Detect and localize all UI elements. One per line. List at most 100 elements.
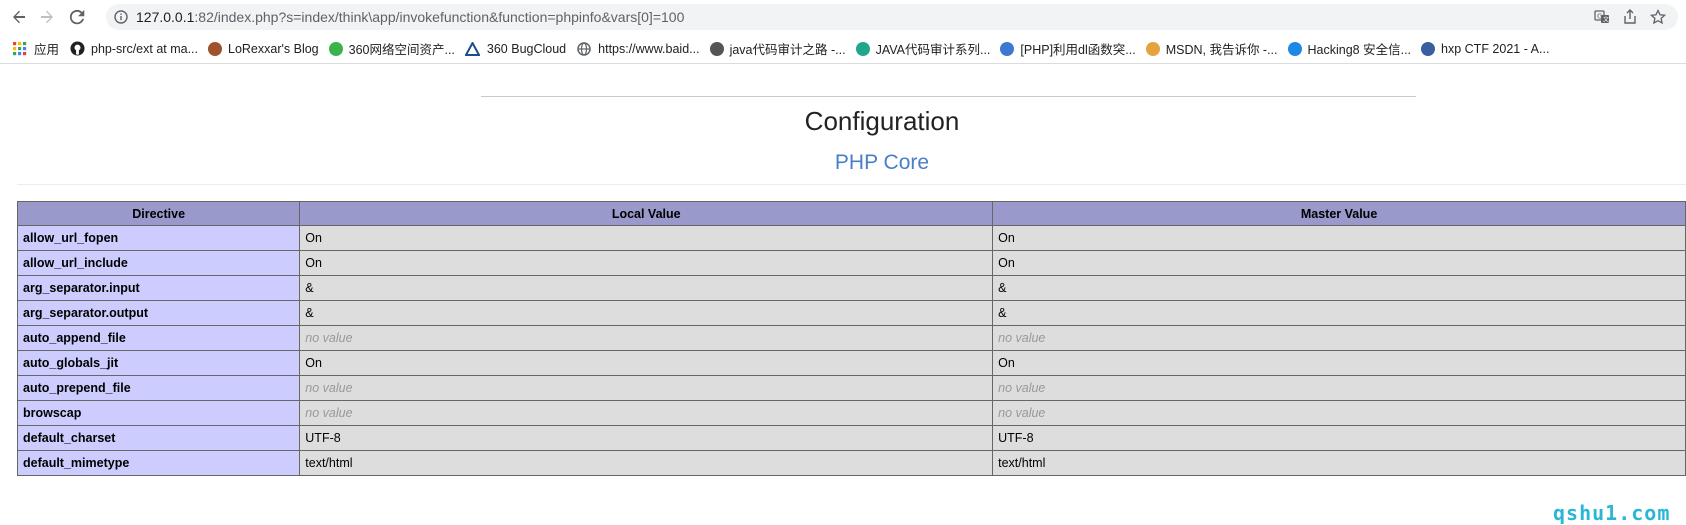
column-header-local-value: Local Value bbox=[299, 201, 994, 226]
bookmark-item[interactable]: MSDN, 我告诉你 -... bbox=[1145, 37, 1288, 61]
bookmark-item[interactable]: LoRexxar's Blog bbox=[208, 37, 329, 61]
url-text[interactable]: 127.0.0.1:82/index.php?s=index/think\app… bbox=[136, 9, 684, 25]
reload-icon[interactable] bbox=[66, 7, 88, 27]
bookmark-item[interactable]: https://www.baid... bbox=[576, 37, 709, 61]
local-value-cell-text: no value bbox=[305, 406, 353, 420]
bookmark-item[interactable]: 360 BugCloud bbox=[465, 37, 576, 61]
directive-cell: auto_globals_jit bbox=[16, 350, 301, 376]
ctf-logo-icon bbox=[1421, 41, 1436, 56]
master-value-cell-text: no value bbox=[998, 381, 1046, 395]
local-value-cell: no value bbox=[299, 400, 994, 426]
table-header-row: Directive Local Value Master Value bbox=[16, 201, 1686, 226]
directive-cell: default_mimetype bbox=[16, 450, 301, 476]
divider bbox=[17, 184, 1686, 185]
local-value-cell: text/html bbox=[299, 450, 994, 476]
watermark: qshu1.com bbox=[1553, 501, 1671, 525]
avatar-icon bbox=[208, 41, 222, 56]
column-header-directive: Directive bbox=[16, 201, 301, 226]
bookmark-item[interactable]: Hacking8 安全信... bbox=[1287, 37, 1422, 61]
bookmark-item[interactable]: php-src/ext at ma... bbox=[69, 37, 208, 61]
page-title: Configuration bbox=[804, 106, 960, 136]
github-icon bbox=[69, 41, 85, 57]
table-row: allow_url_include On On bbox=[16, 250, 1686, 276]
phpinfo-page: Configuration PHP Core Directive Local V… bbox=[0, 65, 1686, 525]
bookmark-item[interactable]: hxp CTF 2021 - A... bbox=[1421, 37, 1559, 61]
directive-cell: auto_append_file bbox=[16, 325, 301, 351]
directive-cell: auto_prepend_file bbox=[16, 375, 301, 401]
directive-cell-text: auto_append_file bbox=[23, 331, 126, 345]
directive-cell-text: arg_separator.output bbox=[23, 306, 149, 320]
bookmark-label: php-src/ext at ma... bbox=[91, 41, 198, 56]
directive-cell-text: arg_separator.input bbox=[23, 281, 140, 295]
local-value-cell: no value bbox=[299, 325, 994, 351]
table-row: auto_append_file no value no value bbox=[16, 325, 1686, 351]
local-value-cell-text: & bbox=[305, 306, 314, 320]
directive-cell-text: auto_globals_jit bbox=[23, 356, 119, 370]
master-value-cell: On bbox=[992, 225, 1686, 251]
local-value-cell-text: On bbox=[305, 231, 322, 245]
directive-cell: arg_separator.output bbox=[16, 300, 301, 326]
local-value-cell-text: On bbox=[305, 256, 322, 270]
directive-cell-text: default_charset bbox=[23, 431, 116, 445]
local-value-cell: & bbox=[299, 275, 994, 301]
bookmark-item[interactable]: 360网络空间资产... bbox=[328, 37, 465, 61]
directive-cell: allow_url_include bbox=[16, 250, 301, 276]
translate-icon[interactable]: G文 bbox=[1592, 7, 1612, 27]
local-value-cell-text: no value bbox=[305, 331, 353, 345]
table-row: arg_separator.input & & bbox=[16, 275, 1686, 301]
table-row: allow_url_fopen On On bbox=[16, 225, 1686, 251]
directive-cell-text: allow_url_include bbox=[23, 256, 128, 270]
table-row: arg_separator.output & & bbox=[16, 300, 1686, 326]
local-value-cell-text: text/html bbox=[305, 456, 353, 470]
local-value-cell-text: UTF-8 bbox=[305, 431, 341, 445]
master-value-cell-text: UTF-8 bbox=[998, 431, 1034, 445]
back-arrow-icon[interactable] bbox=[8, 7, 30, 27]
master-value-cell-text: On bbox=[998, 231, 1015, 245]
master-value-cell: no value bbox=[992, 325, 1686, 351]
bookmark-label: [PHP]利用dl函数突... bbox=[1020, 43, 1136, 57]
script-icon bbox=[709, 41, 724, 56]
directive-cell: default_charset bbox=[16, 425, 301, 451]
local-value-cell-text: no value bbox=[305, 381, 353, 395]
svg-text:文: 文 bbox=[1603, 16, 1609, 24]
divider bbox=[481, 96, 1416, 97]
circle-logo-icon bbox=[1000, 41, 1015, 56]
bookmark-label: https://www.baid... bbox=[598, 41, 700, 56]
bookmark-item[interactable]: JAVA代码审计系列... bbox=[855, 37, 1001, 61]
bookmark-item[interactable]: java代码审计之路 -... bbox=[709, 37, 856, 61]
directive-cell-text: auto_prepend_file bbox=[23, 381, 131, 395]
master-value-cell: no value bbox=[992, 400, 1686, 426]
apps-grid-icon bbox=[12, 41, 28, 57]
bookmark-item[interactable]: [PHP]利用dl函数突... bbox=[1000, 37, 1145, 61]
local-value-cell: no value bbox=[299, 375, 994, 401]
url-path: :82/index.php?s=index/think\app/invokefu… bbox=[194, 9, 685, 25]
globe-icon bbox=[576, 41, 592, 57]
info-icon[interactable] bbox=[106, 10, 136, 24]
e-logo-icon bbox=[855, 41, 870, 56]
bookmark-label: Hacking8 安全信... bbox=[1307, 43, 1412, 57]
bookmark-label: 360网络空间资产... bbox=[348, 43, 455, 57]
local-value-cell-text: On bbox=[305, 356, 322, 370]
local-value-cell: UTF-8 bbox=[299, 425, 994, 451]
table-row: auto_prepend_file no value no value bbox=[16, 375, 1686, 401]
master-value-cell: On bbox=[992, 250, 1686, 276]
bookmark-item[interactable]: 应用 bbox=[12, 37, 69, 61]
section-heading: PHP Core bbox=[834, 151, 930, 174]
table-row: browscap no value no value bbox=[16, 400, 1686, 426]
star-icon[interactable] bbox=[1648, 7, 1668, 27]
table-row: default_charset UTF-8 UTF-8 bbox=[16, 425, 1686, 451]
bookmark-label: 应用 bbox=[34, 43, 60, 57]
address-bar[interactable]: 127.0.0.1:82/index.php?s=index/think\app… bbox=[106, 4, 1678, 30]
msdn-icon bbox=[1145, 41, 1160, 56]
bookmark-label: 360 BugCloud bbox=[486, 41, 567, 56]
h-logo-icon bbox=[1287, 41, 1302, 56]
bookmark-label: hxp CTF 2021 - A... bbox=[1441, 41, 1550, 56]
share-icon[interactable] bbox=[1620, 7, 1640, 27]
table-row: auto_globals_jit On On bbox=[16, 350, 1686, 376]
master-value-cell-text: no value bbox=[998, 406, 1046, 420]
bookmarks-bar: 应用 php-src/ext at ma... LoRexxar's Blog 360… bbox=[0, 34, 1686, 64]
bookmark-label: MSDN, 我告诉你 -... bbox=[1165, 43, 1278, 57]
forward-arrow-icon[interactable] bbox=[36, 7, 58, 27]
master-value-cell: On bbox=[992, 350, 1686, 376]
master-value-cell-text: no value bbox=[998, 331, 1046, 345]
